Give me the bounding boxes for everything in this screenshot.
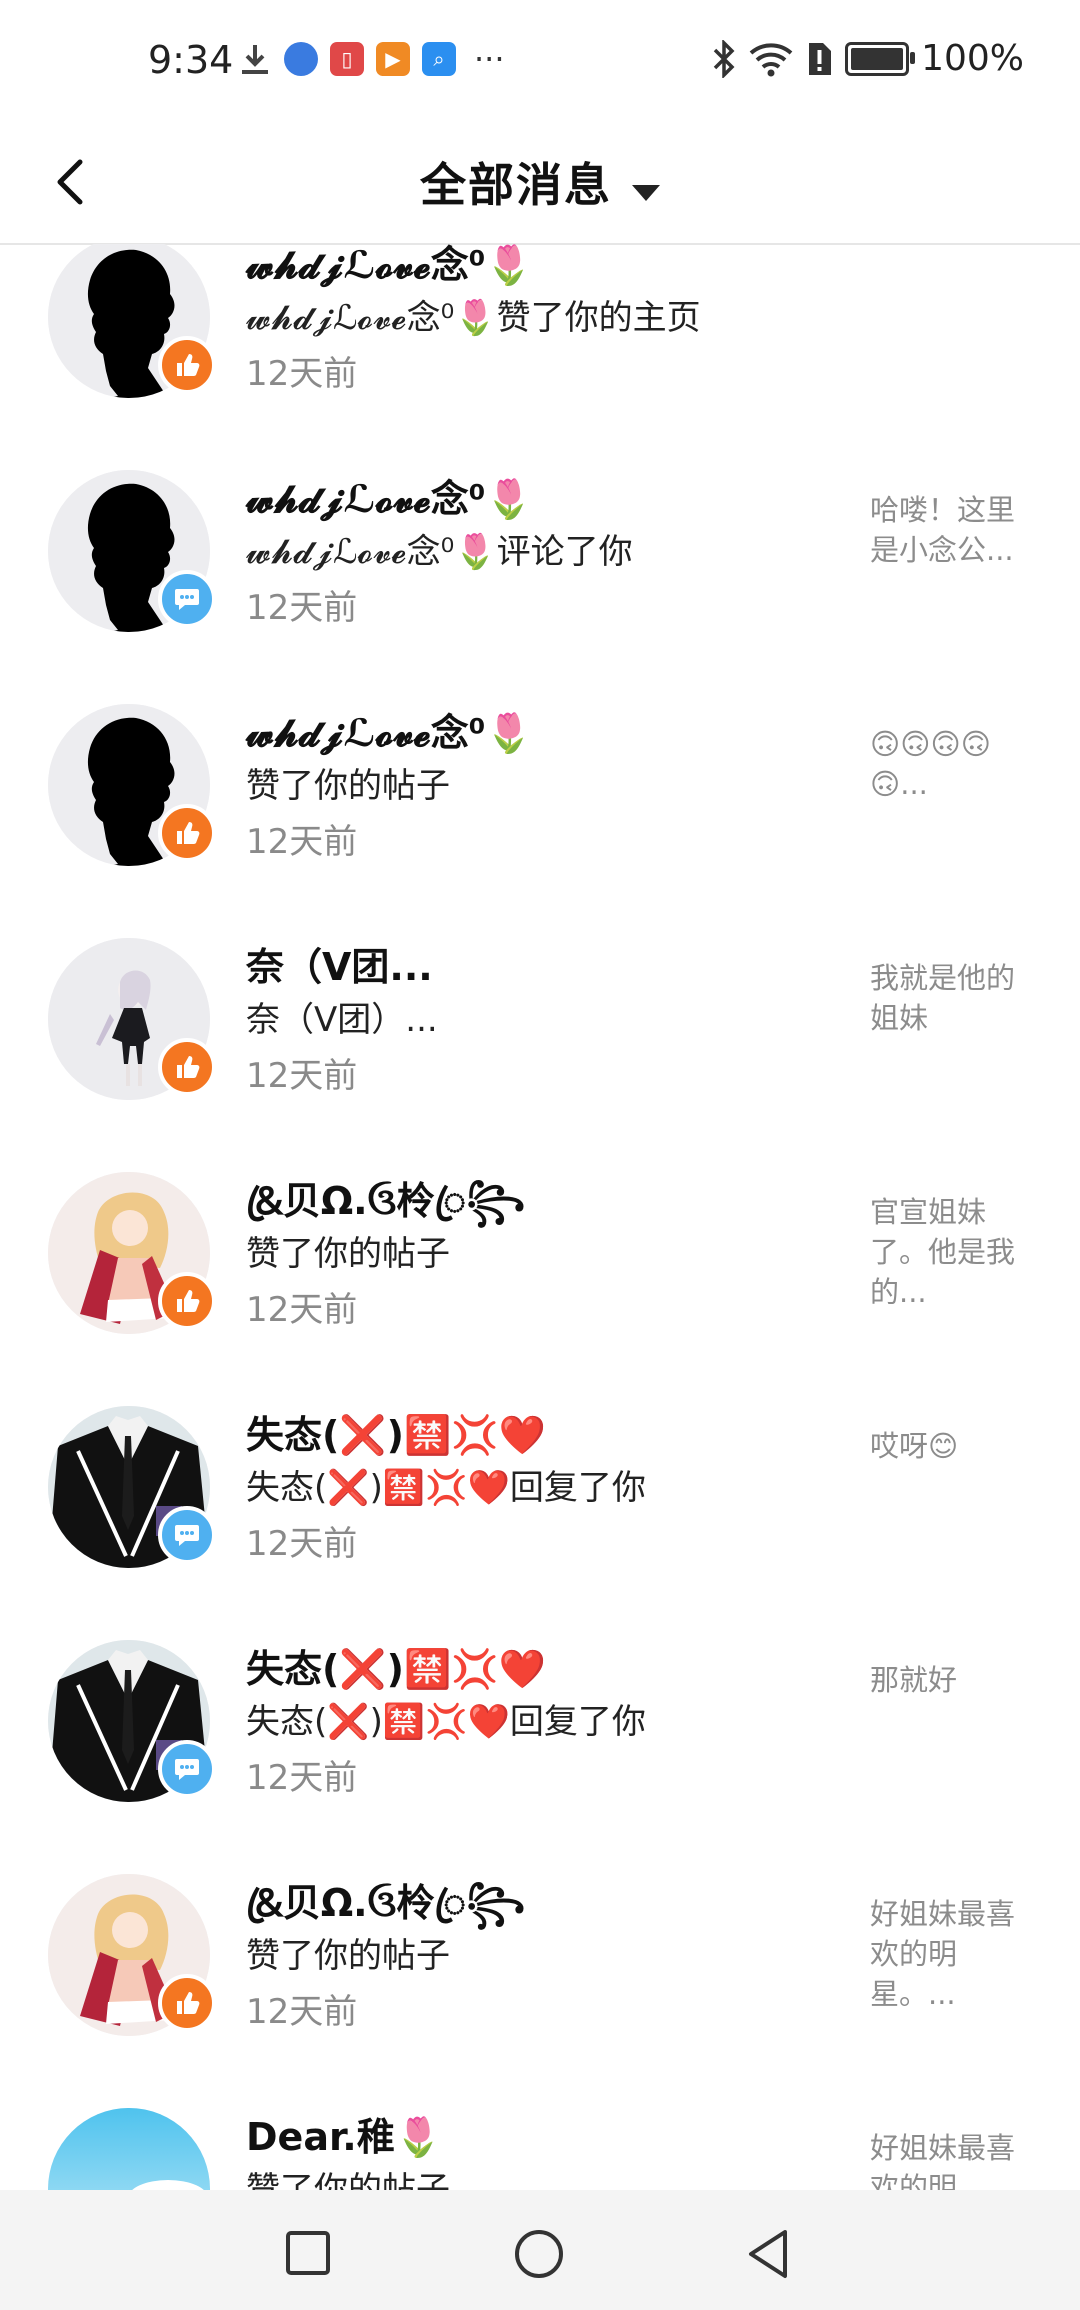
message-preview[interactable]: 哎呀😊 — [870, 1426, 1030, 1466]
message-time: 12天前 — [246, 822, 358, 862]
title-dropdown[interactable]: 全部消息 — [0, 149, 1080, 215]
message-list[interactable]: 𝔀𝓱𝓭𝓳ℒ𝓸𝓿𝓮念⁰🌷 𝔀𝓱𝓭𝓳ℒ𝓸𝓿𝓮念⁰🌷赞了你的主页 12天前 𝔀𝓱𝓭𝓳ℒ𝓸𝓿𝓮… — [0, 244, 1080, 2190]
message-action: 失态(❌)🈲💢❤️回复了你 — [246, 1702, 646, 1742]
square-icon[interactable] — [285, 2230, 331, 2276]
bluetooth-icon — [713, 39, 735, 78]
like-badge — [158, 804, 216, 862]
message-time: 12天前 — [246, 1758, 358, 1798]
message-action: 𝔀𝓱𝓭𝓳ℒ𝓸𝓿𝓮念⁰🌷赞了你的主页 — [246, 298, 701, 338]
message-action: 赞了你的帖子 — [246, 2170, 450, 2190]
message-preview[interactable]: 官宣姐妹了。他是我的... — [870, 1192, 1030, 1312]
thumbs-up-icon — [177, 822, 200, 844]
message-preview[interactable]: 好姐妹最喜欢的明星。... — [870, 1894, 1030, 2014]
avatar[interactable] — [48, 2108, 210, 2190]
like-badge — [158, 336, 216, 394]
wifi-icon — [749, 42, 793, 76]
message-item[interactable]: Dear.稚🌷 赞了你的帖子 好姐妹最喜欢的明 — [0, 2108, 1080, 2190]
message-item[interactable]: 𝔀𝓱𝓭𝓳ℒ𝓸𝓿𝓮念⁰🌷 𝔀𝓱𝓭𝓳ℒ𝓸𝓿𝓮念⁰🌷评论了你 12天前 哈喽！这里是小念公.… — [0, 470, 1080, 704]
message-item[interactable]: 𝔀𝓱𝓭𝓳ℒ𝓸𝓿𝓮念⁰🌷 赞了你的帖子 12天前 🙃🙃🙃🙃🙃... — [0, 704, 1080, 938]
notification-icons: ▯ ▶ ⌕ ··· — [238, 40, 505, 78]
message-time: 12天前 — [246, 1524, 358, 1564]
comment-icon — [175, 1525, 199, 1546]
message-item[interactable]: &ꦿ贝Ω.ઉ柃ꦿ꧂ 赞了你的帖子 12天前 好姐妹最喜欢的明星。... — [0, 1874, 1080, 2108]
sender-name[interactable]: 奈（V团... — [246, 936, 433, 991]
book-app-icon: ▯ — [330, 42, 364, 76]
message-time: 12天前 — [246, 1992, 358, 2032]
message-item[interactable]: 𝔀𝓱𝓭𝓳ℒ𝓸𝓿𝓮念⁰🌷 𝔀𝓱𝓭𝓳ℒ𝓸𝓿𝓮念⁰🌷赞了你的主页 12天前 — [0, 244, 1080, 470]
message-item[interactable]: 失态(❌)🈲💢❤️ 失态(❌)🈲💢❤️回复了你 12天前 那就好 — [0, 1640, 1080, 1874]
message-time: 12天前 — [246, 1056, 358, 1096]
message-item[interactable]: 失态(❌)🈲💢❤️ 失态(❌)🈲💢❤️回复了你 12天前 哎呀😊 — [0, 1406, 1080, 1640]
header-bar: 全部消息 — [0, 125, 1080, 245]
more-notifications-icon: ··· — [474, 40, 505, 78]
sender-name[interactable]: 失态(❌)🈲💢❤️ — [246, 1404, 546, 1459]
like-badge — [158, 1038, 216, 1096]
sender-name[interactable]: 失态(❌)🈲💢❤️ — [246, 1638, 546, 1693]
download-icon — [242, 45, 268, 74]
search-app-icon: ⌕ — [422, 42, 456, 76]
status-bar: 9:34 ▯ ▶ ⌕ ··· 100% — [0, 0, 1080, 125]
message-preview[interactable]: 好姐妹最喜欢的明 — [870, 2128, 1030, 2190]
message-action: 赞了你的帖子 — [246, 766, 450, 806]
circle-icon[interactable] — [513, 2228, 565, 2280]
thumbs-up-icon — [177, 1056, 200, 1078]
message-preview[interactable]: 那就好 — [870, 1660, 1030, 1700]
triangle-back-icon[interactable] — [745, 2228, 791, 2280]
page-title: 全部消息 — [420, 158, 612, 212]
comment-icon — [175, 1759, 199, 1780]
status-time: 9:34 — [148, 38, 234, 82]
message-action: 赞了你的帖子 — [246, 1234, 450, 1274]
message-action: 奈（V团）... — [246, 1000, 438, 1040]
video-app-icon: ▶ — [376, 42, 410, 76]
battery-icon — [845, 41, 916, 76]
message-item[interactable]: 奈（V团... 奈（V团）... 12天前 我就是他的姐妹 — [0, 938, 1080, 1172]
sender-name[interactable]: Dear.稚🌷 — [246, 2106, 442, 2161]
message-time: 12天前 — [246, 588, 358, 628]
message-action: 失态(❌)🈲💢❤️回复了你 — [246, 1468, 646, 1508]
sender-name[interactable]: 𝔀𝓱𝓭𝓳ℒ𝓸𝓿𝓮念⁰🌷 — [246, 244, 533, 289]
thumbs-up-icon — [177, 1992, 200, 2014]
message-preview[interactable]: 🙃🙃🙃🙃🙃... — [870, 724, 1030, 804]
sender-name[interactable]: 𝔀𝓱𝓭𝓳ℒ𝓸𝓿𝓮念⁰🌷 — [246, 468, 533, 523]
thumbs-up-icon — [177, 354, 200, 376]
status-right: 100% — [711, 38, 1024, 79]
message-preview[interactable]: 我就是他的姐妹 — [870, 958, 1030, 1038]
sim-alert-icon — [809, 42, 832, 75]
message-item[interactable]: &ꦿ贝Ω.ઉ柃ꦿ꧂ 赞了你的帖子 12天前 官宣姐妹了。他是我的... — [0, 1172, 1080, 1406]
message-time: 12天前 — [246, 1290, 358, 1330]
battery-percentage: 100% — [921, 38, 1024, 79]
sender-name[interactable]: 𝔀𝓱𝓭𝓳ℒ𝓸𝓿𝓮念⁰🌷 — [246, 702, 533, 757]
message-action: 𝔀𝓱𝓭𝓳ℒ𝓸𝓿𝓮念⁰🌷评论了你 — [246, 532, 633, 572]
comment-badge — [158, 570, 216, 628]
message-preview[interactable]: 哈喽！这里是小念公... — [870, 490, 1030, 570]
caret-down-icon — [632, 184, 660, 201]
browser-icon — [284, 42, 318, 76]
message-action: 赞了你的帖子 — [246, 1936, 450, 1976]
comment-icon — [175, 589, 199, 610]
like-badge — [158, 1272, 216, 1330]
comment-badge — [158, 1506, 216, 1564]
thumbs-up-icon — [177, 1290, 200, 1312]
like-badge — [158, 1974, 216, 2032]
system-nav-bar — [0, 2190, 1080, 2310]
message-time: 12天前 — [246, 354, 358, 394]
comment-badge — [158, 1740, 216, 1798]
